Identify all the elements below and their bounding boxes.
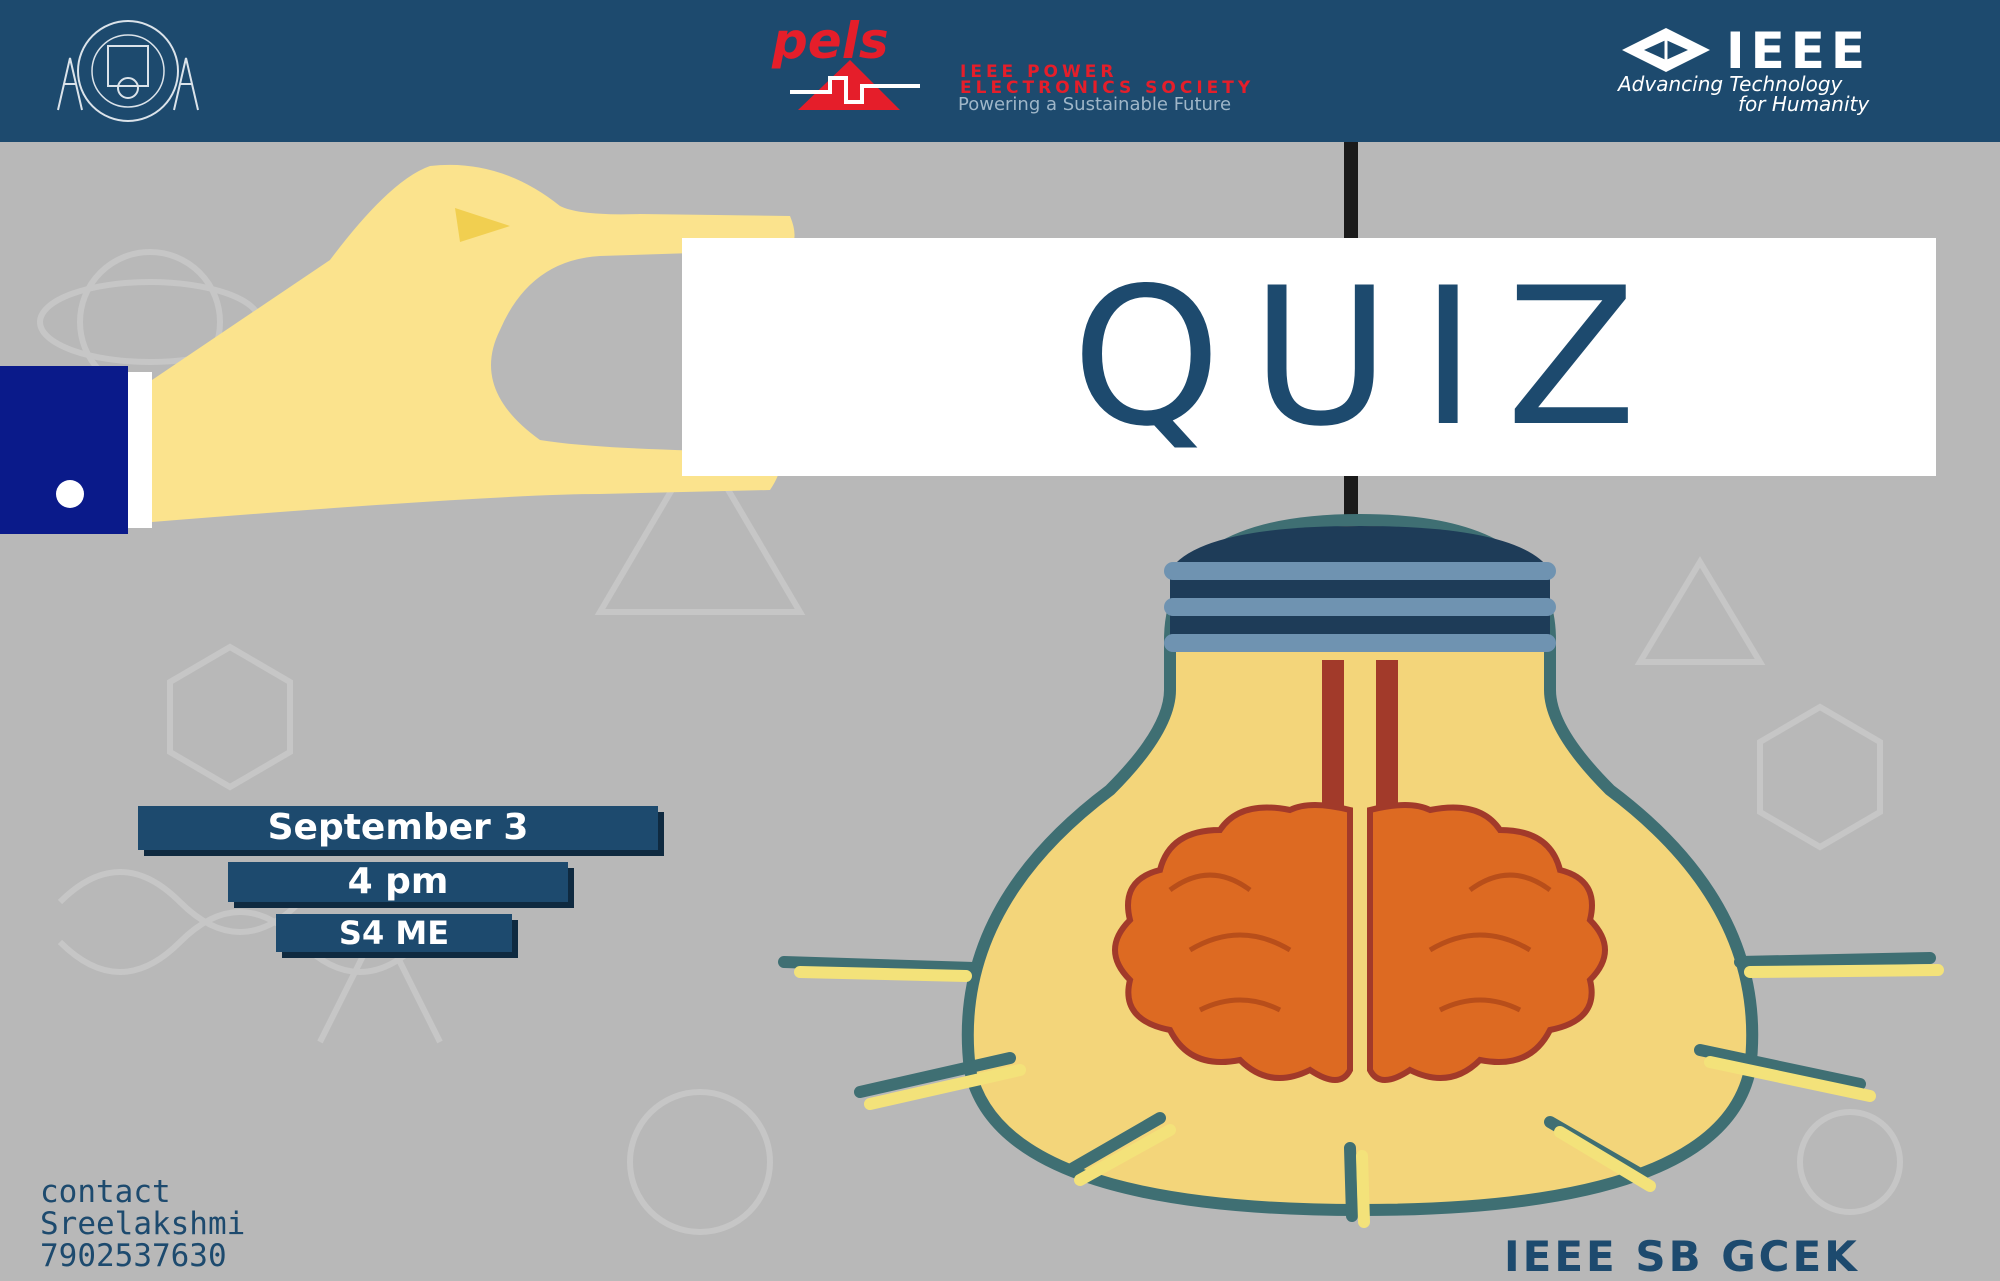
pels-tagline: Powering a Sustainable Future — [958, 94, 1232, 115]
date-tag: September 3 — [138, 806, 658, 850]
lightbulb-brain-icon — [770, 510, 1950, 1270]
college-seal-icon — [38, 18, 218, 124]
contact-label: contact — [40, 1174, 171, 1210]
svg-text:pels: pels — [771, 20, 889, 70]
contact-block: contact Sreelakshmi 7902537630 — [40, 1176, 245, 1272]
venue-tag: S4 ME — [276, 914, 512, 952]
hanging-cord-top — [1344, 142, 1358, 242]
hand-illustration — [0, 150, 800, 550]
time-tag: 4 pm — [228, 862, 568, 902]
ieee-tagline-2: for Humanity — [1738, 92, 1870, 116]
contact-phone: 7902537630 — [40, 1238, 227, 1274]
branch-name: IEEE SB GCEK — [1504, 1232, 1860, 1281]
contact-name: Sreelakshmi — [40, 1206, 246, 1242]
quiz-card: QUIZ — [682, 238, 1936, 476]
quiz-title: QUIZ — [1071, 246, 1667, 468]
